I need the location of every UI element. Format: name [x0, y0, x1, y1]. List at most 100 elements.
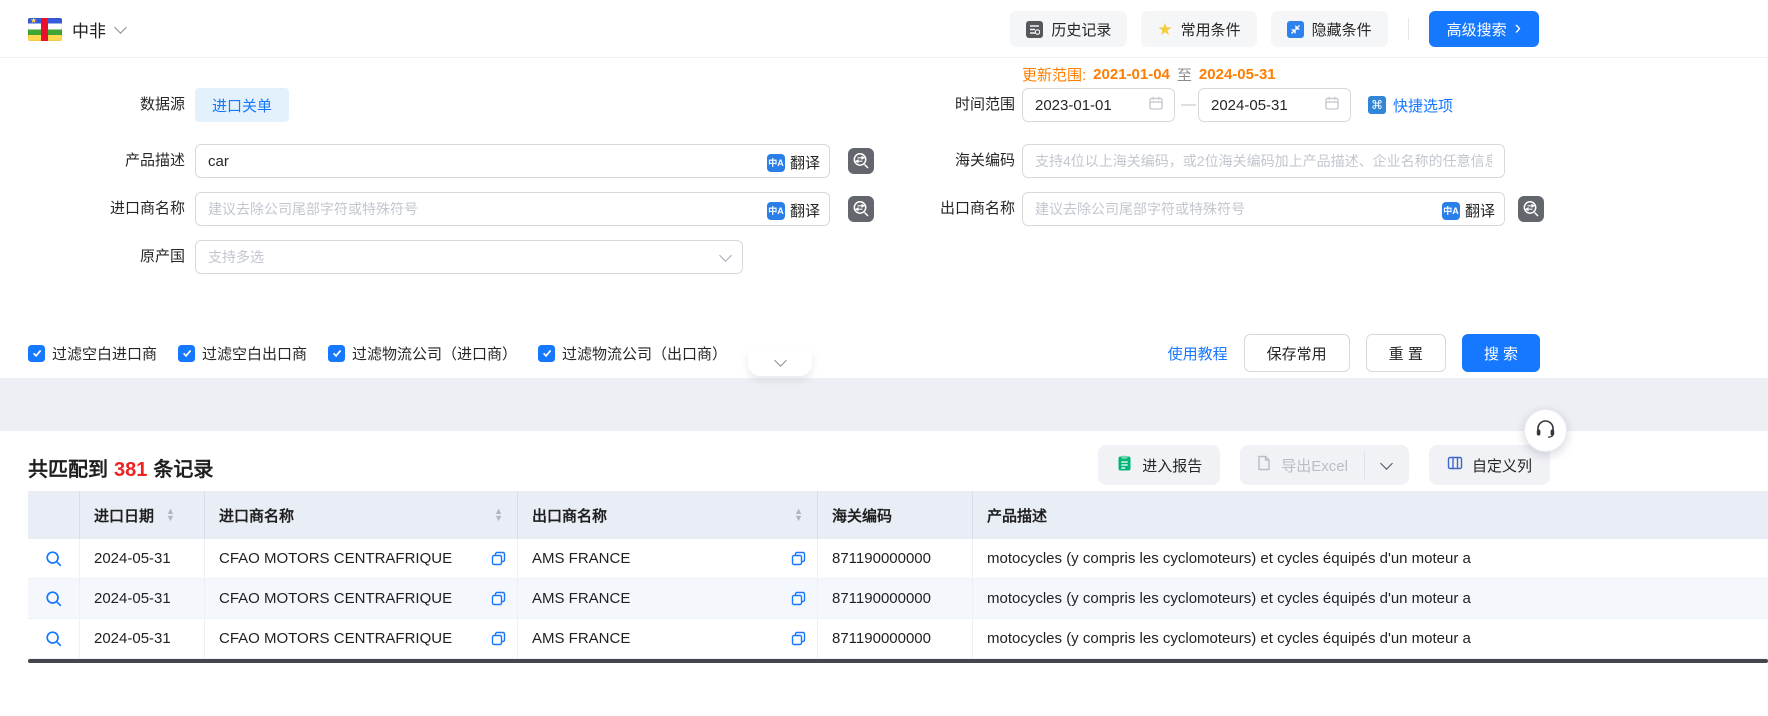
update-range-from: 2021-01-04: [1093, 66, 1170, 83]
results-panel: 共匹配到381条记录 进入报告 导出Excel 自定义列: [0, 431, 1768, 716]
export-excel-split-button: 导出Excel: [1240, 445, 1409, 485]
country-selector[interactable]: ★ 中非: [28, 0, 125, 58]
form-actions: 使用教程 保存常用 重 置 搜 索: [1168, 334, 1540, 372]
exporter-name-label: 出口商名称: [810, 192, 1015, 226]
table-row: 2024-05-31 CFAO MOTORS CENTRAFRIQUE AMS …: [28, 579, 1768, 619]
advanced-search-label: 高级搜索: [1447, 19, 1507, 40]
hide-conditions-button[interactable]: 隐藏条件: [1271, 11, 1388, 47]
date-range-separator: —: [1181, 88, 1196, 122]
checkbox-filter-logistics-importer[interactable]: 过滤物流公司（进口商）: [328, 343, 517, 364]
cell-product-description: motocycles (y compris les cyclomoteurs) …: [973, 579, 1768, 618]
save-conditions-button[interactable]: 保存常用: [1244, 334, 1350, 372]
background-band: [0, 378, 1768, 431]
origin-country-label: 原产国: [0, 240, 185, 274]
cell-import-date: 2024-05-31: [80, 579, 205, 618]
time-range-label: 时间范围: [810, 88, 1015, 122]
sort-icons[interactable]: ▲▼: [794, 508, 803, 522]
checkbox-filter-blank-importer[interactable]: 过滤空白进口商: [28, 343, 157, 364]
collapse-form-handle[interactable]: [748, 350, 812, 376]
translate-label: 翻译: [1465, 200, 1495, 221]
cell-import-date: 2024-05-31: [80, 539, 205, 578]
translate-icon: 中A: [1442, 202, 1460, 220]
export-options-caret[interactable]: [1365, 445, 1409, 485]
chevron-down-icon: [114, 21, 127, 34]
table-header-import-date[interactable]: 进口日期 ▲▼: [80, 491, 205, 539]
cell-product-description: motocycles (y compris les cyclomoteurs) …: [973, 619, 1768, 658]
horizontal-scrollbar[interactable]: [28, 659, 1768, 663]
checkbox-checked-icon[interactable]: [178, 345, 195, 362]
results-table: 进口日期 ▲▼ 进口商名称 ▲▼ 出口商名称 ▲▼ 海关编码 产品描述: [28, 491, 1768, 663]
command-icon: ⌘: [1368, 96, 1386, 114]
checkbox-filter-logistics-exporter[interactable]: 过滤物流公司（出口商）: [538, 343, 727, 364]
sort-icons[interactable]: ▲▼: [494, 508, 503, 522]
checkbox-filter-blank-exporter[interactable]: 过滤空白出口商: [178, 343, 307, 364]
history-button[interactable]: 历史记录: [1010, 11, 1127, 47]
exporter-name-input[interactable]: [1022, 192, 1505, 226]
export-excel-button[interactable]: 导出Excel: [1240, 445, 1364, 485]
update-range-label: 更新范围:: [1022, 64, 1086, 85]
cell-hs-code: 871190000000: [818, 539, 973, 578]
calendar-icon[interactable]: [1324, 95, 1340, 115]
enter-report-button[interactable]: 进入报告: [1098, 445, 1220, 485]
copy-icon[interactable]: [791, 631, 806, 646]
advanced-search-button[interactable]: 高级搜索 ›: [1429, 11, 1539, 47]
table-header-exporter-name[interactable]: 出口商名称 ▲▼: [518, 491, 818, 539]
columns-icon: [1447, 455, 1463, 475]
custom-columns-button[interactable]: 自定义列: [1429, 445, 1550, 485]
cell-hs-code: 871190000000: [818, 619, 973, 658]
translate-icon: 中A: [767, 154, 785, 172]
update-range-to-word: 至: [1177, 64, 1192, 85]
cell-importer-name: CFAO MOTORS CENTRAFRIQUE: [219, 550, 452, 567]
copy-icon[interactable]: [491, 591, 506, 606]
search-form-panel: 更新范围: 2021-01-04 至 2024-05-31 数据源 进口关单 时…: [0, 58, 1768, 378]
favorites-button[interactable]: ★ 常用条件: [1141, 11, 1256, 47]
star-icon: ★: [1157, 21, 1172, 38]
search-button[interactable]: 搜 索: [1462, 334, 1540, 372]
hs-code-input[interactable]: [1022, 144, 1505, 178]
quick-options-label: 快捷选项: [1393, 95, 1453, 116]
copy-icon[interactable]: [791, 551, 806, 566]
date-to-input[interactable]: 2024-05-31: [1198, 88, 1351, 122]
data-source-label: 数据源: [0, 88, 185, 122]
product-description-label: 产品描述: [0, 144, 185, 178]
filter-checkbox-row: 过滤空白进口商 过滤空白出口商 过滤物流公司（进口商） 过滤物流公司（出口商）: [28, 334, 727, 372]
copy-icon[interactable]: [491, 631, 506, 646]
cell-importer-name: CFAO MOTORS CENTRAFRIQUE: [219, 630, 452, 647]
checkbox-checked-icon[interactable]: [328, 345, 345, 362]
calendar-icon[interactable]: [1148, 95, 1164, 115]
data-source-tab-import[interactable]: 进口关单: [195, 88, 289, 122]
importer-name-input[interactable]: [195, 192, 830, 226]
fuzzy-match-toggle-icon[interactable]: [1518, 196, 1544, 222]
copy-icon[interactable]: [491, 551, 506, 566]
chevron-right-icon: ›: [1515, 19, 1521, 38]
row-detail-search-icon[interactable]: [45, 590, 63, 608]
table-header-hs-code: 海关编码: [818, 491, 973, 539]
cell-import-date: 2024-05-31: [80, 619, 205, 658]
headset-icon: [1534, 417, 1557, 444]
product-description-input[interactable]: [195, 144, 830, 178]
cell-importer-name: CFAO MOTORS CENTRAFRIQUE: [219, 590, 452, 607]
date-to-value: 2024-05-31: [1211, 97, 1324, 114]
row-detail-search-icon[interactable]: [45, 630, 63, 648]
results-count: 381: [114, 459, 147, 481]
checkbox-checked-icon[interactable]: [538, 345, 555, 362]
origin-country-select[interactable]: 支持多选: [195, 240, 743, 274]
quick-options-button[interactable]: ⌘ 快捷选项: [1368, 88, 1453, 122]
results-count-title: 共匹配到381条记录: [28, 453, 213, 482]
translate-icon: 中A: [767, 202, 785, 220]
cell-hs-code: 871190000000: [818, 579, 973, 618]
tutorial-link[interactable]: 使用教程: [1168, 343, 1228, 364]
row-detail-search-icon[interactable]: [45, 550, 63, 568]
translate-button[interactable]: 中A 翻译: [1442, 200, 1495, 221]
origin-country-placeholder: 支持多选: [208, 247, 721, 267]
copy-icon[interactable]: [791, 591, 806, 606]
export-excel-label: 导出Excel: [1281, 455, 1348, 476]
customer-service-button[interactable]: [1524, 409, 1567, 452]
table-header-importer-name[interactable]: 进口商名称 ▲▼: [205, 491, 518, 539]
checkbox-checked-icon[interactable]: [28, 345, 45, 362]
reset-button[interactable]: 重 置: [1366, 334, 1446, 372]
collapse-icon: [1287, 21, 1304, 38]
sort-icons[interactable]: ▲▼: [166, 508, 175, 522]
history-label: 历史记录: [1051, 19, 1111, 40]
date-from-input[interactable]: 2023-01-01: [1022, 88, 1175, 122]
